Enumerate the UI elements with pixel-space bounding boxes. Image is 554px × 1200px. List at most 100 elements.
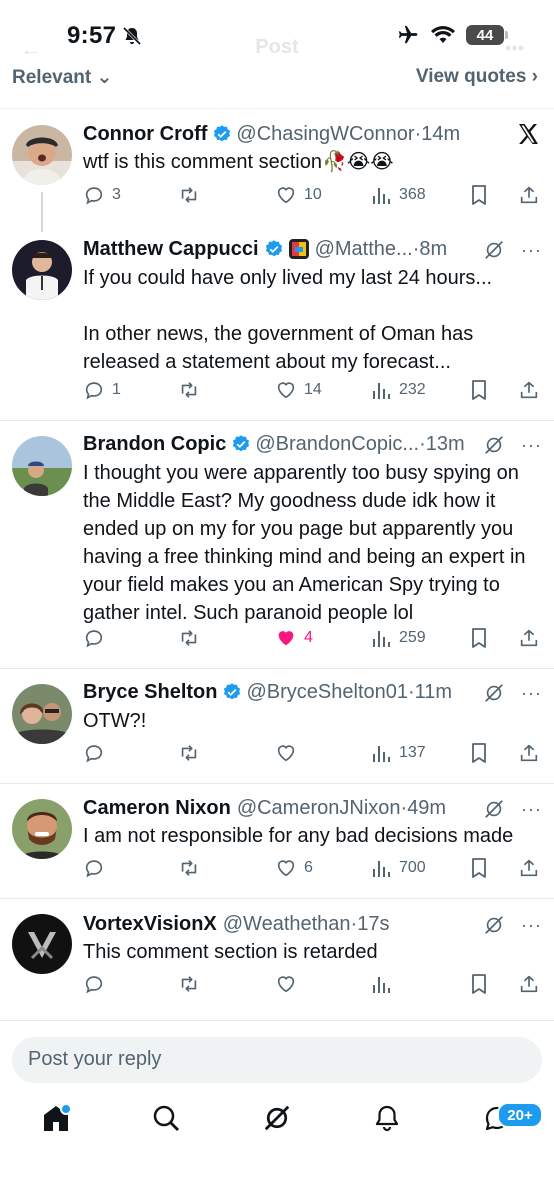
bookmark-button[interactable] [469, 973, 489, 995]
bookmark-button[interactable] [469, 184, 489, 206]
like-button[interactable] [275, 973, 297, 995]
more-options-icon[interactable]: ··· [521, 683, 542, 704]
avatar[interactable] [12, 125, 72, 185]
reply-icon [85, 187, 103, 205]
repost-button[interactable] [177, 973, 201, 995]
author-handle[interactable]: @CameronJNixon [237, 797, 401, 820]
bookmark-button[interactable] [469, 379, 489, 401]
grok-icon[interactable] [483, 914, 505, 936]
nav-grok[interactable] [262, 1103, 292, 1138]
view-quotes-label: View quotes [415, 66, 527, 87]
like-button[interactable]: 14 [275, 379, 322, 401]
reply-placeholder: Post your reply [28, 1048, 162, 1070]
reply-button[interactable] [83, 973, 105, 995]
verified-badge-icon [214, 125, 231, 142]
author-handle[interactable]: @BrandonCopic... [255, 433, 419, 456]
share-button[interactable] [518, 973, 540, 995]
reply-icon [85, 976, 103, 994]
bookmark-button[interactable] [469, 627, 489, 649]
repost-icon [181, 976, 197, 992]
post-header: Brandon Copic @BrandonCopic... · 13m [83, 430, 542, 458]
author-name[interactable]: Connor Croff [83, 123, 207, 146]
nav-notifications[interactable] [373, 1103, 401, 1138]
bookmark-icon [472, 380, 486, 400]
avatar[interactable] [12, 914, 72, 974]
separator: · [412, 237, 420, 260]
more-options-icon[interactable]: ··· [521, 799, 542, 820]
more-options-icon[interactable]: ··· [521, 435, 542, 456]
x-logo-icon [519, 124, 538, 144]
like-button[interactable]: 10 [275, 184, 322, 206]
author-handle[interactable]: @BryceShelton01 [246, 681, 408, 704]
author-handle[interactable]: @Matthe... [315, 238, 413, 261]
repost-icon [181, 860, 197, 876]
like-button[interactable]: 6 [275, 857, 313, 879]
avatar[interactable] [12, 799, 72, 859]
views-button[interactable]: 368 [372, 184, 426, 206]
post-text: If you could have only lived my last 24 … [83, 267, 493, 373]
heart-icon [277, 860, 295, 877]
views-button[interactable]: 700 [372, 857, 426, 879]
like-button[interactable] [275, 742, 297, 764]
author-name[interactable]: Bryce Shelton [83, 681, 217, 704]
avatar[interactable] [12, 240, 72, 300]
grok-icon[interactable] [483, 239, 505, 261]
bookmark-button[interactable] [469, 742, 489, 764]
view-count: 700 [399, 859, 426, 876]
nav-search[interactable] [152, 1103, 180, 1138]
heart-icon [277, 187, 295, 204]
grok-icon[interactable] [483, 798, 505, 820]
repost-button[interactable] [177, 184, 201, 206]
author-name[interactable]: Matthew Cappucci [83, 238, 259, 261]
reply-button[interactable]: 1 [83, 379, 121, 401]
share-button[interactable] [518, 379, 540, 401]
author-handle[interactable]: @Weathethan [223, 913, 351, 936]
post-actions: 3 10 368 [83, 184, 542, 210]
author-handle[interactable]: @ChasingWConnor [236, 123, 414, 146]
reply-button[interactable]: 3 [83, 184, 121, 206]
views-button[interactable]: 232 [372, 379, 426, 401]
author-name[interactable]: VortexVisionX [83, 913, 217, 936]
more-options-icon[interactable]: ··· [521, 915, 542, 936]
repost-button[interactable] [177, 742, 201, 764]
views-button[interactable] [372, 973, 392, 995]
notification-dot [60, 1103, 72, 1115]
share-button[interactable] [518, 742, 540, 764]
post-header-actions: ··· [483, 682, 542, 704]
reply-icon [85, 860, 103, 878]
repost-button[interactable] [177, 379, 201, 401]
sort-relevant-dropdown[interactable]: Relevant ⌄ [12, 66, 112, 89]
more-icon[interactable]: ••• [505, 38, 524, 59]
post-actions: 137 [83, 742, 542, 768]
share-button[interactable] [518, 857, 540, 879]
bookmark-button[interactable] [469, 857, 489, 879]
repost-icon [181, 187, 197, 203]
reply-icon [85, 630, 103, 648]
share-button[interactable] [518, 184, 540, 206]
like-count: 6 [304, 859, 313, 876]
author-name[interactable]: Cameron Nixon [83, 797, 231, 820]
divider [0, 420, 554, 421]
divider [0, 1020, 554, 1021]
repost-button[interactable] [177, 857, 201, 879]
chevron-right-icon: › [531, 66, 538, 87]
share-button[interactable] [518, 627, 540, 649]
verified-badge-icon [265, 240, 282, 257]
reply-button[interactable] [83, 627, 105, 649]
bookmark-icon [472, 185, 486, 205]
reply-button[interactable] [83, 742, 105, 764]
author-name[interactable]: Brandon Copic [83, 433, 226, 456]
views-button[interactable]: 137 [372, 742, 426, 764]
grok-icon[interactable] [483, 682, 505, 704]
like-button[interactable]: 4 [275, 627, 313, 649]
reply-button[interactable] [83, 857, 105, 879]
avatar[interactable] [12, 436, 72, 496]
repost-button[interactable] [177, 627, 201, 649]
grok-icon[interactable] [483, 434, 505, 456]
repost-icon [181, 382, 197, 398]
avatar[interactable] [12, 684, 72, 744]
views-button[interactable]: 259 [372, 627, 426, 649]
reply-input[interactable]: Post your reply [12, 1037, 542, 1083]
view-quotes-link[interactable]: View quotes › [416, 66, 538, 88]
more-options-icon[interactable]: ··· [521, 240, 542, 261]
